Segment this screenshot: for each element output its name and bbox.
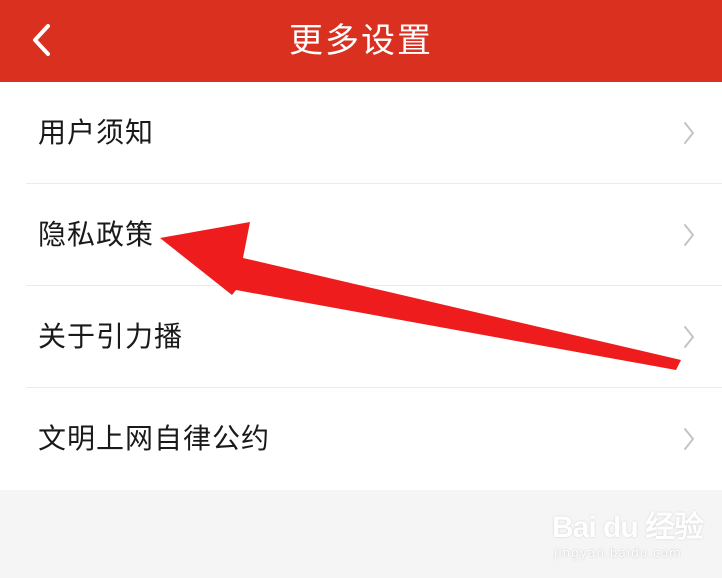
menu-item-user-notice[interactable]: 用户须知 xyxy=(0,82,722,184)
watermark-logo: Bai du 经验 xyxy=(552,511,704,544)
chevron-right-icon xyxy=(684,224,694,246)
header-bar: 更多设置 xyxy=(0,0,722,82)
menu-item-label: 文明上网自律公约 xyxy=(38,422,271,455)
chevron-right-icon xyxy=(684,326,694,348)
settings-list: 用户须知 隐私政策 关于引力播 文明上网自律公约 xyxy=(0,82,722,490)
chevron-right-icon xyxy=(684,122,694,144)
baidu-jingyan-watermark: Bai du 经验 jingyan.baidu.com xyxy=(552,502,712,572)
page-title: 更多设置 xyxy=(289,21,433,61)
watermark-domain: jingyan.baidu.com xyxy=(554,546,682,560)
chevron-right-icon xyxy=(684,428,694,450)
menu-item-about[interactable]: 关于引力播 xyxy=(0,286,722,388)
menu-item-civility-pledge[interactable]: 文明上网自律公约 xyxy=(0,388,722,490)
menu-item-privacy-policy[interactable]: 隐私政策 xyxy=(0,184,722,286)
menu-item-label: 用户须知 xyxy=(38,116,155,149)
menu-item-label: 关于引力播 xyxy=(38,320,184,353)
menu-item-label: 隐私政策 xyxy=(38,218,155,251)
